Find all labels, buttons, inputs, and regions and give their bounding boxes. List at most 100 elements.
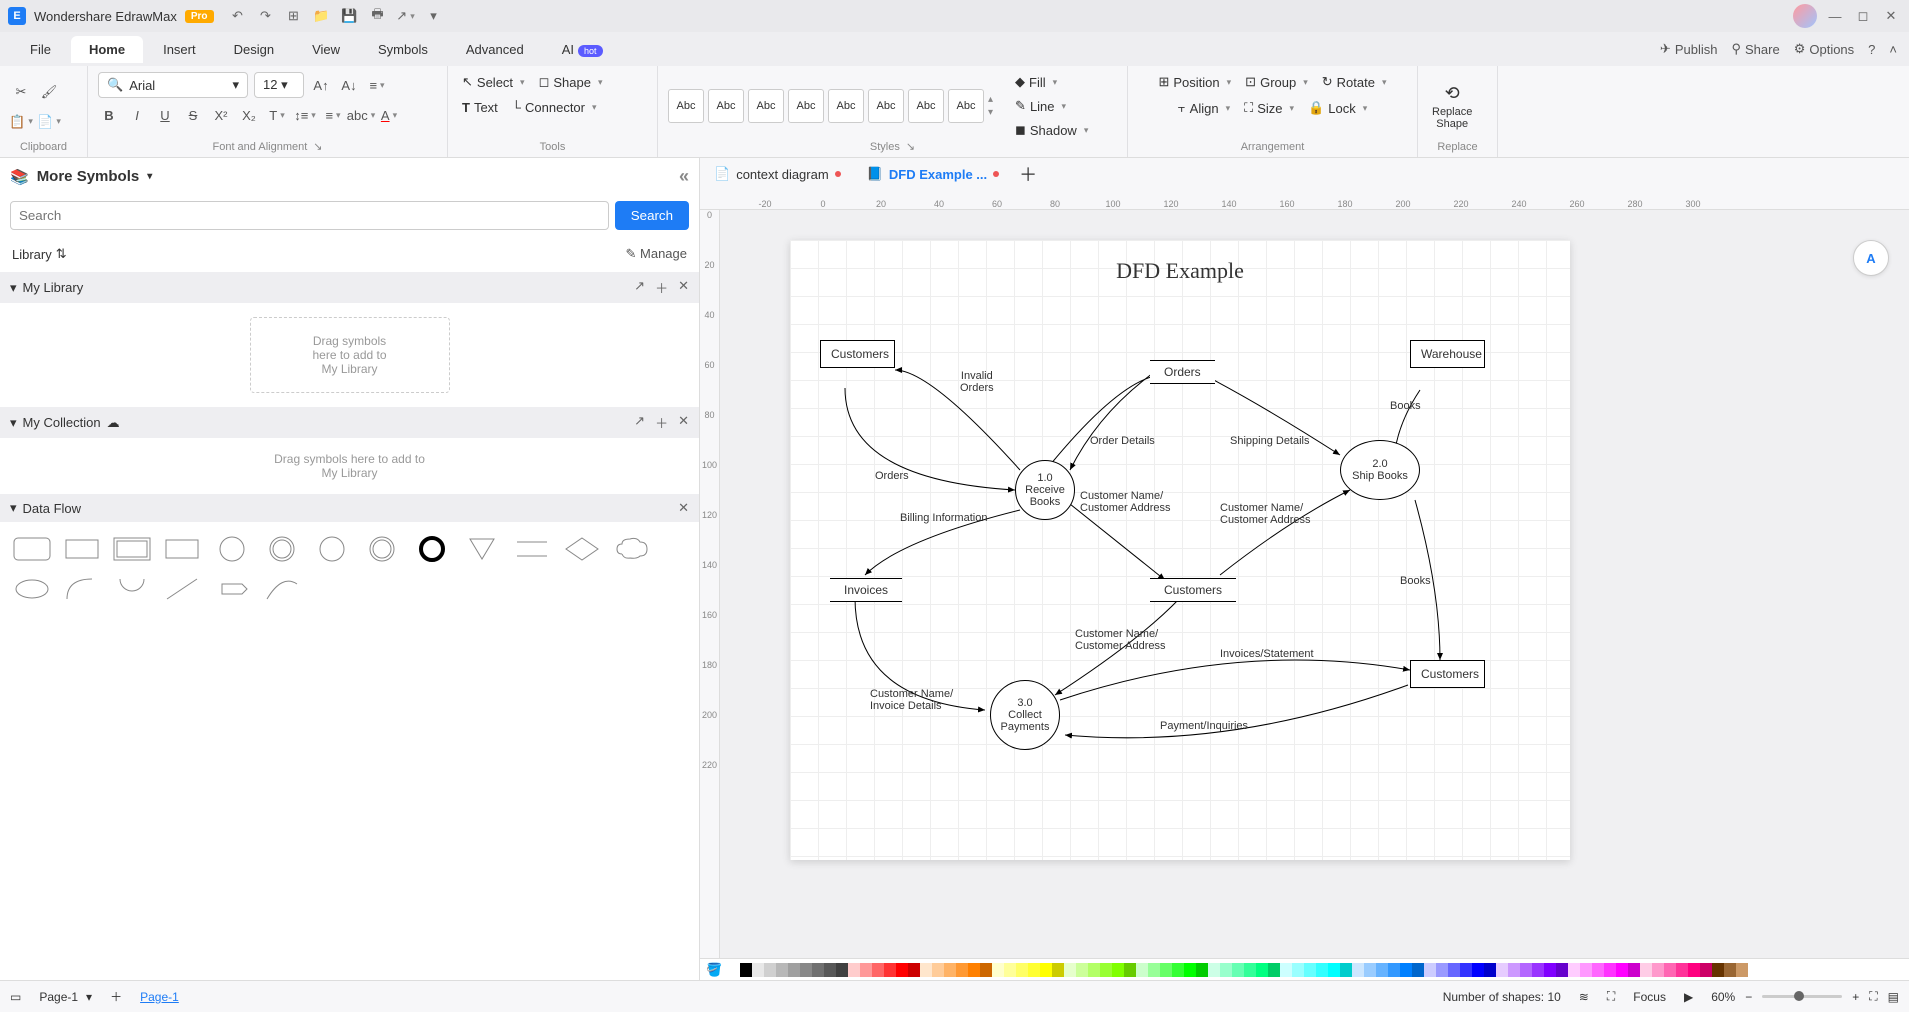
color-swatch[interactable] <box>1364 963 1376 977</box>
redo-icon[interactable]: ↷ <box>258 8 274 24</box>
tab-home[interactable]: Home <box>71 36 143 63</box>
color-swatch[interactable] <box>776 963 788 977</box>
color-swatch[interactable] <box>1436 963 1448 977</box>
doc-tab-dfd[interactable]: 📘 DFD Example ... <box>861 162 1005 186</box>
italic-icon[interactable]: I <box>126 104 148 126</box>
shape-arc-2[interactable] <box>110 572 154 606</box>
more-icon[interactable]: ▾ <box>426 8 442 24</box>
shape-diamond[interactable] <box>560 532 604 566</box>
tab-ai[interactable]: AIhot <box>544 36 621 63</box>
color-swatch[interactable] <box>920 963 932 977</box>
my-library-section[interactable]: ▾ My Library ↗＋✕ <box>0 272 699 303</box>
subscript-icon[interactable]: X₂ <box>238 104 260 126</box>
close-coll-icon[interactable]: ✕ <box>678 413 689 432</box>
publish-button[interactable]: ✈ Publish <box>1660 41 1718 57</box>
tab-advanced[interactable]: Advanced <box>448 36 542 63</box>
color-swatch[interactable] <box>1100 963 1112 977</box>
lock-button[interactable]: 🔒 Lock <box>1304 98 1371 118</box>
add-lib-icon[interactable]: ＋ <box>655 278 668 297</box>
style-preset-8[interactable]: Abc <box>948 89 984 123</box>
focus-icon[interactable]: ⛶ <box>1607 989 1615 1004</box>
color-swatch[interactable] <box>956 963 968 977</box>
entity-customers-2[interactable]: Customers <box>1410 660 1485 688</box>
rotate-button[interactable]: ↻ Rotate <box>1318 72 1391 92</box>
color-swatch[interactable] <box>1244 963 1256 977</box>
color-swatch[interactable] <box>908 963 920 977</box>
color-swatch[interactable] <box>1196 963 1208 977</box>
export-icon[interactable]: ↗ <box>398 8 414 24</box>
color-swatch[interactable] <box>1736 963 1748 977</box>
color-swatch[interactable] <box>1724 963 1736 977</box>
collapse-ribbon-icon[interactable]: ˄ <box>1889 42 1897 57</box>
color-swatch[interactable] <box>896 963 908 977</box>
panels-icon[interactable]: ▤ <box>1888 990 1899 1004</box>
tab-insert[interactable]: Insert <box>145 36 214 63</box>
tab-file[interactable]: File <box>12 36 69 63</box>
style-preset-5[interactable]: Abc <box>828 89 864 123</box>
format-painter-icon[interactable]: 🖌 <box>38 81 60 103</box>
color-swatch[interactable] <box>1316 963 1328 977</box>
shape-tool[interactable]: ◻ Shape <box>535 72 607 92</box>
close-lib-icon[interactable]: ✕ <box>678 278 689 297</box>
color-swatch[interactable] <box>1064 963 1076 977</box>
shape-cloud[interactable] <box>610 532 654 566</box>
styles-dialog-icon[interactable]: ↘ <box>906 140 915 153</box>
shrink-font-icon[interactable]: A↓ <box>338 74 360 96</box>
minimize-icon[interactable]: — <box>1825 6 1845 26</box>
shape-arc-3[interactable] <box>260 572 304 606</box>
color-swatch[interactable] <box>1484 963 1496 977</box>
color-swatch[interactable] <box>1148 963 1160 977</box>
color-swatch[interactable] <box>884 963 896 977</box>
zoom-slider[interactable] <box>1762 995 1842 998</box>
color-swatch[interactable] <box>1580 963 1592 977</box>
color-swatch[interactable] <box>980 963 992 977</box>
color-swatch[interactable] <box>1532 963 1544 977</box>
font-family-select[interactable]: 🔍 Arial▾ <box>98 72 248 98</box>
color-swatch[interactable] <box>1400 963 1412 977</box>
color-swatch[interactable] <box>1592 963 1604 977</box>
color-swatch[interactable] <box>1256 963 1268 977</box>
shape-rect[interactable] <box>60 532 104 566</box>
color-swatch[interactable] <box>932 963 944 977</box>
page-link[interactable]: Page-1 <box>140 990 179 1004</box>
style-preset-4[interactable]: Abc <box>788 89 824 123</box>
color-swatch[interactable] <box>1448 963 1460 977</box>
text-direction-icon[interactable]: T <box>266 104 288 126</box>
shape-rect-2[interactable] <box>160 532 204 566</box>
color-swatch[interactable] <box>1700 963 1712 977</box>
align-text-icon[interactable]: ≡ <box>366 74 388 96</box>
color-swatch[interactable] <box>836 963 848 977</box>
symbol-search-input[interactable] <box>10 201 609 230</box>
export-coll-icon[interactable]: ↗ <box>634 413 645 432</box>
color-swatch[interactable] <box>1004 963 1016 977</box>
save-icon[interactable]: 💾 <box>342 8 358 24</box>
color-swatch[interactable] <box>1472 963 1484 977</box>
process-collect[interactable]: 3.0Collect Payments <box>990 680 1060 750</box>
color-swatch[interactable] <box>1220 963 1232 977</box>
fill-button[interactable]: ◆ Fill <box>1011 72 1092 92</box>
data-flow-section[interactable]: ▾ Data Flow ✕ <box>0 494 699 522</box>
add-page-icon[interactable]: ＋ <box>110 988 122 1005</box>
color-swatch[interactable] <box>1052 963 1064 977</box>
doc-tab-context[interactable]: 📄 context diagram <box>708 162 847 186</box>
style-preset-1[interactable]: Abc <box>668 89 704 123</box>
color-swatch[interactable] <box>1424 963 1436 977</box>
shape-double-rect[interactable] <box>110 532 154 566</box>
color-swatch[interactable] <box>1412 963 1424 977</box>
cut-icon[interactable]: ✂ <box>10 81 32 103</box>
style-down-icon[interactable]: ▾ <box>988 107 993 118</box>
style-preset-7[interactable]: Abc <box>908 89 944 123</box>
options-button[interactable]: ⚙ Options <box>1794 41 1854 57</box>
bullet-icon[interactable]: ≡ <box>322 104 344 126</box>
color-swatch[interactable] <box>1184 963 1196 977</box>
color-swatch[interactable] <box>1376 963 1388 977</box>
color-swatch[interactable] <box>752 963 764 977</box>
color-swatch[interactable] <box>728 963 740 977</box>
color-swatch[interactable] <box>1544 963 1556 977</box>
color-swatch[interactable] <box>1304 963 1316 977</box>
superscript-icon[interactable]: X² <box>210 104 232 126</box>
maximize-icon[interactable]: ◻ <box>1853 6 1873 26</box>
color-swatch[interactable] <box>848 963 860 977</box>
color-swatch[interactable] <box>1352 963 1364 977</box>
shape-double-circle-2[interactable] <box>360 532 404 566</box>
